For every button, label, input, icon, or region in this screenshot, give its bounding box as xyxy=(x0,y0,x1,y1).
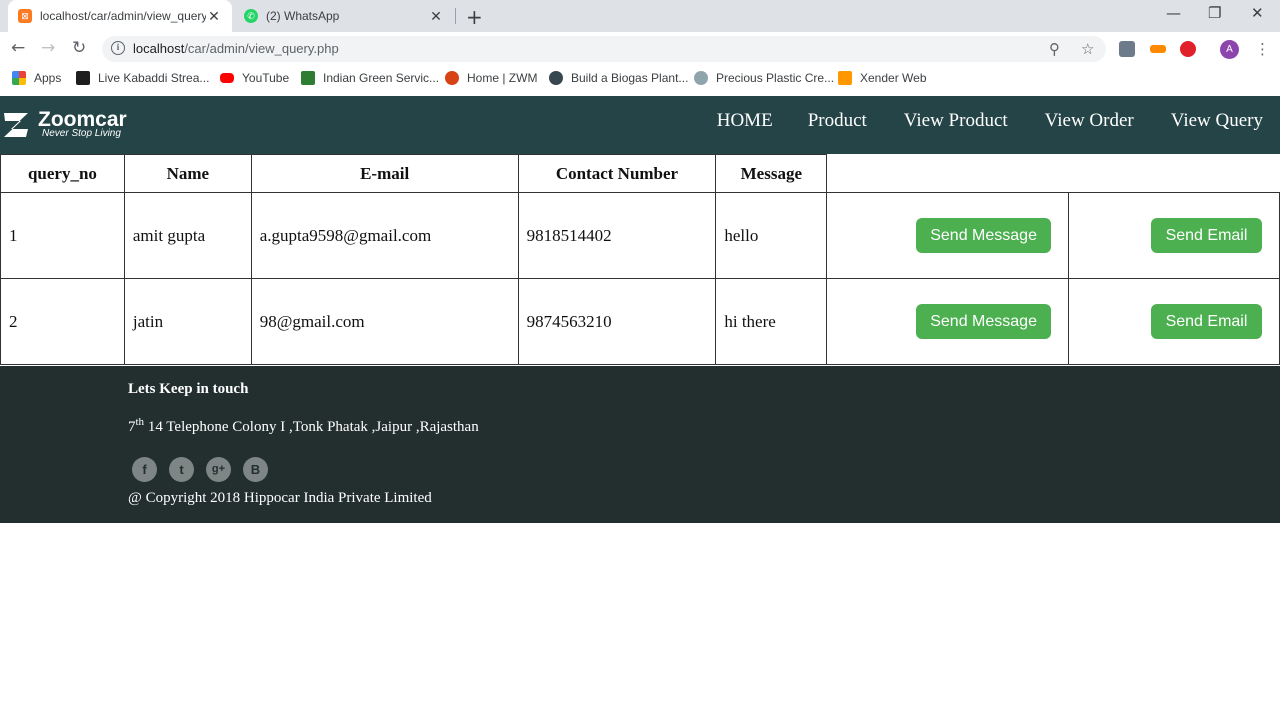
tab-title: (2) WhatsApp xyxy=(266,9,340,23)
cell-send-email: Send Email xyxy=(1068,192,1280,279)
site-footer: Lets Keep in touch 7th 14 Telephone Colo… xyxy=(0,366,1280,523)
col-blank xyxy=(826,154,1069,193)
bookmark-item[interactable]: Live Kabaddi Strea... xyxy=(76,71,209,85)
restore-button[interactable]: ❐ xyxy=(1208,4,1221,22)
tab-close-icon[interactable]: ✕ xyxy=(206,8,222,25)
main-nav: HOME Product View Product View Order Vie… xyxy=(717,110,1280,132)
bookmark-favicon-icon xyxy=(694,71,708,85)
tab-title: localhost/car/admin/view_query. xyxy=(40,9,206,23)
extension-icon[interactable] xyxy=(1119,41,1135,57)
back-arrow-icon[interactable]: ← xyxy=(11,38,25,58)
bookmark-favicon-icon xyxy=(838,71,852,85)
cell-email: 98@gmail.com xyxy=(250,278,519,365)
col-email: E-mail xyxy=(250,154,519,193)
bookmark-favicon-icon xyxy=(76,71,90,85)
nav-product[interactable]: Product xyxy=(808,110,867,132)
send-message-button[interactable]: Send Message xyxy=(916,304,1052,339)
bookmark-item[interactable]: Xender Web xyxy=(838,71,927,85)
col-name: Name xyxy=(123,154,252,193)
send-message-button[interactable]: Send Message xyxy=(916,218,1052,253)
address-bar[interactable]: i localhost/car/admin/view_query.php ⚲ ☆ xyxy=(102,36,1106,62)
cell-send-message: Send Message xyxy=(826,278,1070,365)
zoom-icon[interactable]: ⚲ xyxy=(1049,40,1060,58)
bookmark-item[interactable]: Home | ZWM xyxy=(445,71,537,85)
url-text[interactable]: localhost/car/admin/view_query.php xyxy=(133,41,339,56)
bookmark-item[interactable]: Build a Biogas Plant... xyxy=(549,71,688,85)
cell-query-no: 2 xyxy=(0,278,125,365)
table-row: 1 amit gupta a.gupta9598@gmail.com 98185… xyxy=(0,192,1280,279)
send-email-button[interactable]: Send Email xyxy=(1151,304,1262,339)
bookmarks-bar: Apps Live Kabaddi Strea... YouTube India… xyxy=(0,66,1280,92)
cell-contact: 9874563210 xyxy=(517,278,717,365)
tab-view-query[interactable]: ⊠ localhost/car/admin/view_query. ✕ xyxy=(8,0,232,32)
window-close-button[interactable]: ✕ xyxy=(1251,4,1264,22)
whatsapp-icon: ✆ xyxy=(244,9,258,23)
cell-contact: 9818514402 xyxy=(517,192,717,279)
tab-close-icon[interactable]: ✕ xyxy=(428,8,444,25)
forward-arrow-icon[interactable]: → xyxy=(41,38,55,58)
copyright-text: @ Copyright 2018 Hippocar India Private … xyxy=(128,490,432,506)
bookmark-favicon-icon xyxy=(301,71,315,85)
opera-icon[interactable] xyxy=(1180,41,1196,57)
cell-name: jatin xyxy=(123,278,252,365)
menu-kebab-icon[interactable]: ⋮ xyxy=(1255,40,1270,58)
nav-view-query[interactable]: View Query xyxy=(1171,110,1263,132)
col-contact: Contact Number xyxy=(517,154,717,193)
nav-home[interactable]: HOME xyxy=(717,110,773,132)
minimize-button[interactable]: — xyxy=(1166,4,1181,22)
table-header-row: query_no Name E-mail Contact Number Mess… xyxy=(0,154,1280,193)
zoomcar-logo-icon xyxy=(4,113,28,137)
cell-name: amit gupta xyxy=(123,192,252,279)
browser-toolbar: ← → ↻ i localhost/car/admin/view_query.p… xyxy=(0,32,1280,66)
cell-send-message: Send Message xyxy=(826,192,1070,279)
send-email-button[interactable]: Send Email xyxy=(1151,218,1262,253)
google-plus-icon[interactable]: g+ xyxy=(206,457,231,482)
youtube-icon xyxy=(220,73,234,83)
cell-message: hello xyxy=(715,192,828,279)
footer-address: 7th 14 Telephone Colony I ,Tonk Phatak ,… xyxy=(128,416,479,435)
browser-tab-bar: ⊠ localhost/car/admin/view_query. ✕ ✆ (2… xyxy=(0,0,1280,32)
bookmark-youtube[interactable]: YouTube xyxy=(220,71,289,85)
bookmark-item[interactable]: Precious Plastic Cre... xyxy=(694,71,834,85)
blogger-icon[interactable]: B xyxy=(243,457,268,482)
nav-view-order[interactable]: View Order xyxy=(1045,110,1134,132)
col-message: Message xyxy=(715,154,828,193)
bookmark-favicon-icon xyxy=(445,71,459,85)
profile-avatar[interactable]: A xyxy=(1220,40,1239,59)
table-row: 2 jatin 98@gmail.com 9874563210 hi there… xyxy=(0,278,1280,365)
cell-send-email: Send Email xyxy=(1068,278,1280,365)
info-icon[interactable]: i xyxy=(111,41,125,55)
cell-email: a.gupta9598@gmail.com xyxy=(250,192,519,279)
brand-name: Zoomcar xyxy=(38,108,127,131)
tab-divider xyxy=(455,8,456,24)
brand-tagline: Never Stop Living xyxy=(42,128,121,139)
bookmark-apps[interactable]: Apps xyxy=(12,71,61,85)
bookmark-favicon-icon xyxy=(549,71,563,85)
nav-view-product[interactable]: View Product xyxy=(904,110,1008,132)
tab-whatsapp[interactable]: ✆ (2) WhatsApp ✕ xyxy=(234,0,454,32)
twitter-icon[interactable]: t xyxy=(169,457,194,482)
query-table: query_no Name E-mail Contact Number Mess… xyxy=(0,154,1280,365)
cell-query-no: 1 xyxy=(0,192,125,279)
col-query-no: query_no xyxy=(0,154,125,193)
footer-title: Lets Keep in touch xyxy=(128,381,249,397)
bookmark-star-icon[interactable]: ☆ xyxy=(1081,40,1094,58)
new-tab-button[interactable]: + xyxy=(466,5,483,29)
facebook-icon[interactable]: f xyxy=(132,457,157,482)
extension-icon[interactable] xyxy=(1150,45,1166,53)
col-blank xyxy=(1068,154,1280,193)
site-logo[interactable]: Zoomcar Never Stop Living xyxy=(2,108,127,140)
xampp-icon: ⊠ xyxy=(18,9,32,23)
reload-icon[interactable]: ↻ xyxy=(72,38,86,58)
apps-grid-icon xyxy=(12,71,26,85)
site-header: Zoomcar Never Stop Living HOME Product V… xyxy=(0,96,1280,154)
cell-message: hi there xyxy=(715,278,828,365)
bookmark-item[interactable]: Indian Green Servic... xyxy=(301,71,439,85)
